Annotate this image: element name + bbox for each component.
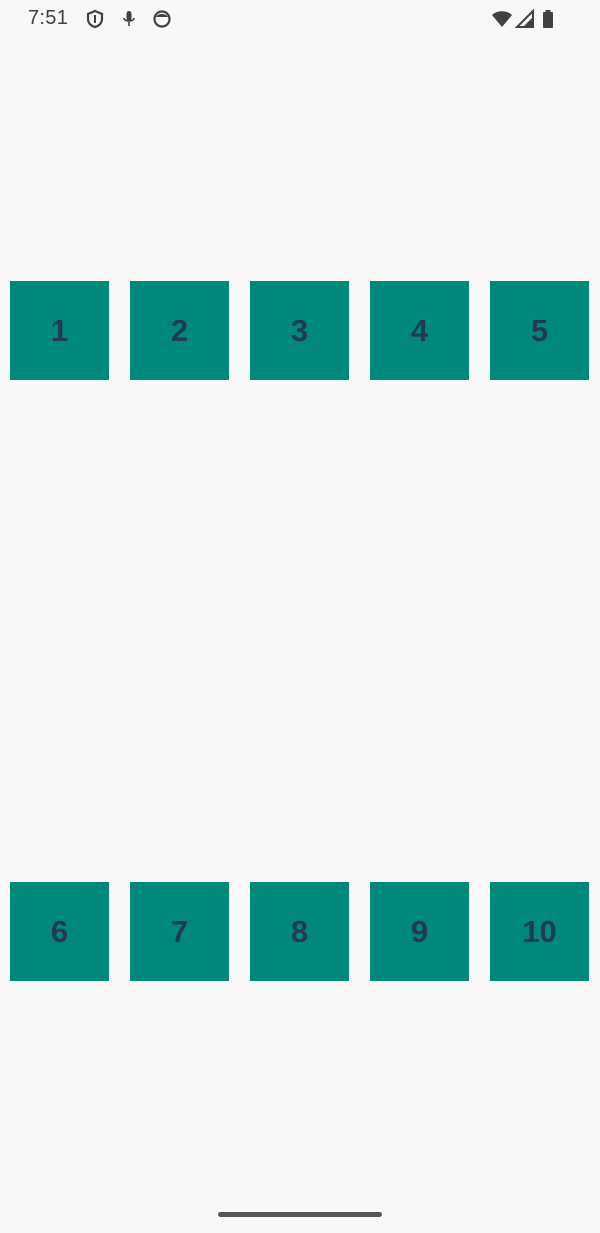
tile-2[interactable]: 2	[130, 281, 229, 380]
tile-row-1: 1 2 3 4 5	[10, 281, 590, 380]
signal-icon	[515, 9, 535, 29]
battery-icon	[541, 9, 555, 29]
wifi-icon	[491, 9, 513, 29]
tile-label: 4	[410, 312, 429, 348]
tile-label: 10	[522, 913, 557, 949]
status-time: 7:51	[28, 7, 69, 29]
tile-label: 7	[170, 913, 189, 949]
gesture-nav-bar[interactable]	[218, 1212, 382, 1217]
tile-label: 8	[290, 913, 309, 949]
tile-9[interactable]: 9	[370, 882, 469, 981]
tile-row-2: 6 7 8 9 10	[10, 882, 590, 981]
tile-3[interactable]: 3	[250, 281, 349, 380]
status-bar: 7:51	[0, 0, 600, 38]
tile-10[interactable]: 10	[490, 882, 589, 981]
tile-8[interactable]: 8	[250, 882, 349, 981]
tile-4[interactable]: 4	[370, 281, 469, 380]
tile-1[interactable]: 1	[10, 281, 109, 380]
tile-label: 6	[50, 913, 69, 949]
tile-label: 1	[50, 312, 69, 348]
tile-7[interactable]: 7	[130, 882, 229, 981]
tile-label: 3	[290, 312, 309, 348]
shield-icon	[85, 9, 105, 29]
tile-label: 2	[170, 312, 189, 348]
tile-label: 5	[530, 312, 549, 348]
tile-5[interactable]: 5	[490, 281, 589, 380]
tile-label: 9	[410, 913, 429, 949]
face-icon	[152, 9, 172, 29]
microphone-icon	[119, 9, 139, 29]
tile-6[interactable]: 6	[10, 882, 109, 981]
